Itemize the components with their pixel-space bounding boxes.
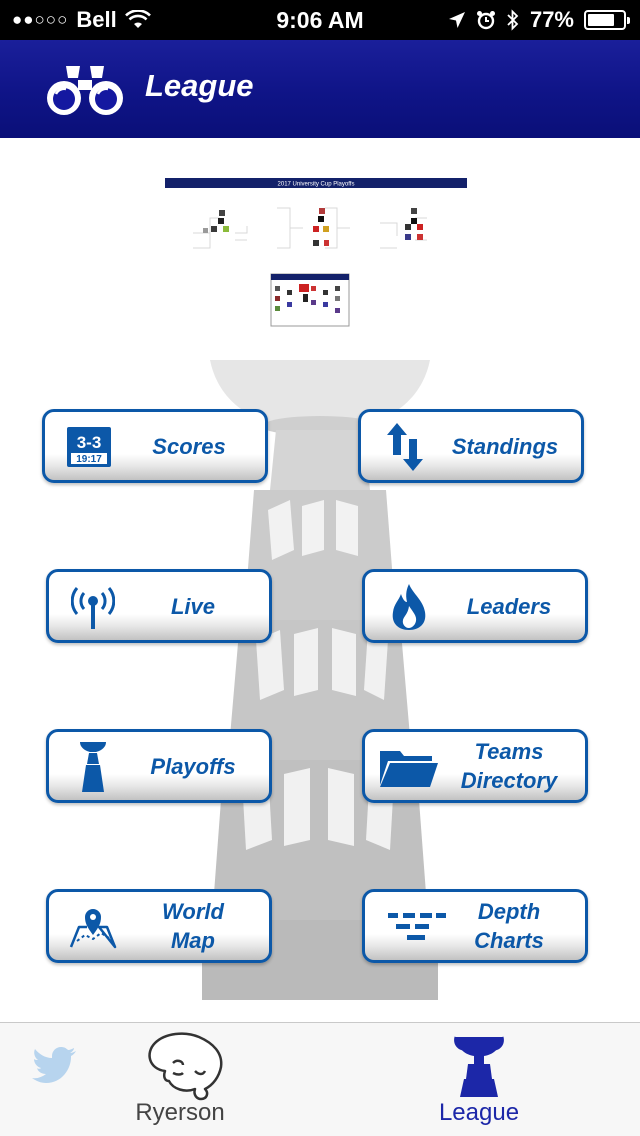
battery-percent: 77%: [529, 7, 574, 32]
standings-button[interactable]: Standings: [358, 409, 584, 483]
up-down-arrows-icon: [381, 423, 429, 471]
standings-label: Standings: [451, 433, 559, 459]
depth-charts-label: Depth Charts: [474, 899, 544, 953]
folder-icon: [379, 744, 439, 790]
tab-bar: Ryerson League: [0, 1022, 640, 1136]
teams-directory-label: Teams Directory: [460, 739, 558, 793]
ryerson-mascot-icon: [148, 1032, 223, 1101]
playoff-bracket-image[interactable]: 2017 University Cup Playoffs: [165, 178, 467, 328]
scoreboard-clock: 19:17: [76, 454, 102, 465]
header-title: League: [145, 68, 254, 103]
tab-ryerson[interactable]: Ryerson: [115, 1023, 245, 1136]
scores-label: Scores: [152, 433, 226, 459]
twitter-bird-icon: [32, 1047, 76, 1083]
map-pin-icon: [69, 904, 117, 950]
scoreboard-score: 3-3: [77, 433, 102, 452]
alarm-clock-icon: [476, 11, 495, 30]
scoreboard-icon: 3-3 19:17: [65, 424, 113, 470]
depth-chart-icon: [387, 904, 447, 950]
tab-league[interactable]: League: [414, 1023, 544, 1136]
scores-button[interactable]: 3-3 19:17 Scores: [42, 409, 268, 483]
playoffs-button[interactable]: Playoffs: [46, 729, 272, 803]
league-trophy-icon: [454, 1036, 504, 1097]
status-right: 77%: [448, 7, 630, 33]
status-bar: ●●○○○ Bell 9:06 AM 77%: [0, 0, 640, 40]
playoffs-label: Playoffs: [150, 753, 236, 779]
binoculars-icon: [47, 66, 123, 115]
live-button[interactable]: Live: [46, 569, 272, 643]
depth-charts-button[interactable]: Depth Charts: [362, 889, 588, 963]
location-arrow-icon: [448, 12, 465, 28]
live-label: Live: [170, 593, 216, 619]
broadcast-icon: [69, 584, 117, 630]
tab-ryerson-label: Ryerson: [135, 1099, 225, 1126]
app-header: League: [0, 40, 640, 138]
bluetooth-icon: [507, 9, 519, 31]
world-map-label: World Map: [162, 899, 224, 953]
flame-icon: [385, 584, 433, 630]
battery-fill: [588, 14, 615, 26]
tab-league-label: League: [438, 1099, 520, 1126]
world-map-button[interactable]: World Map: [46, 889, 272, 963]
leaders-label: Leaders: [466, 593, 552, 619]
tab-twitter[interactable]: [30, 1023, 80, 1136]
battery-icon: [584, 10, 630, 30]
trophy-icon: [69, 742, 117, 792]
bracket-title: 2017 University Cup Playoffs: [278, 182, 355, 188]
leaders-button[interactable]: Leaders: [362, 569, 588, 643]
teams-directory-button[interactable]: Teams Directory: [362, 729, 588, 803]
